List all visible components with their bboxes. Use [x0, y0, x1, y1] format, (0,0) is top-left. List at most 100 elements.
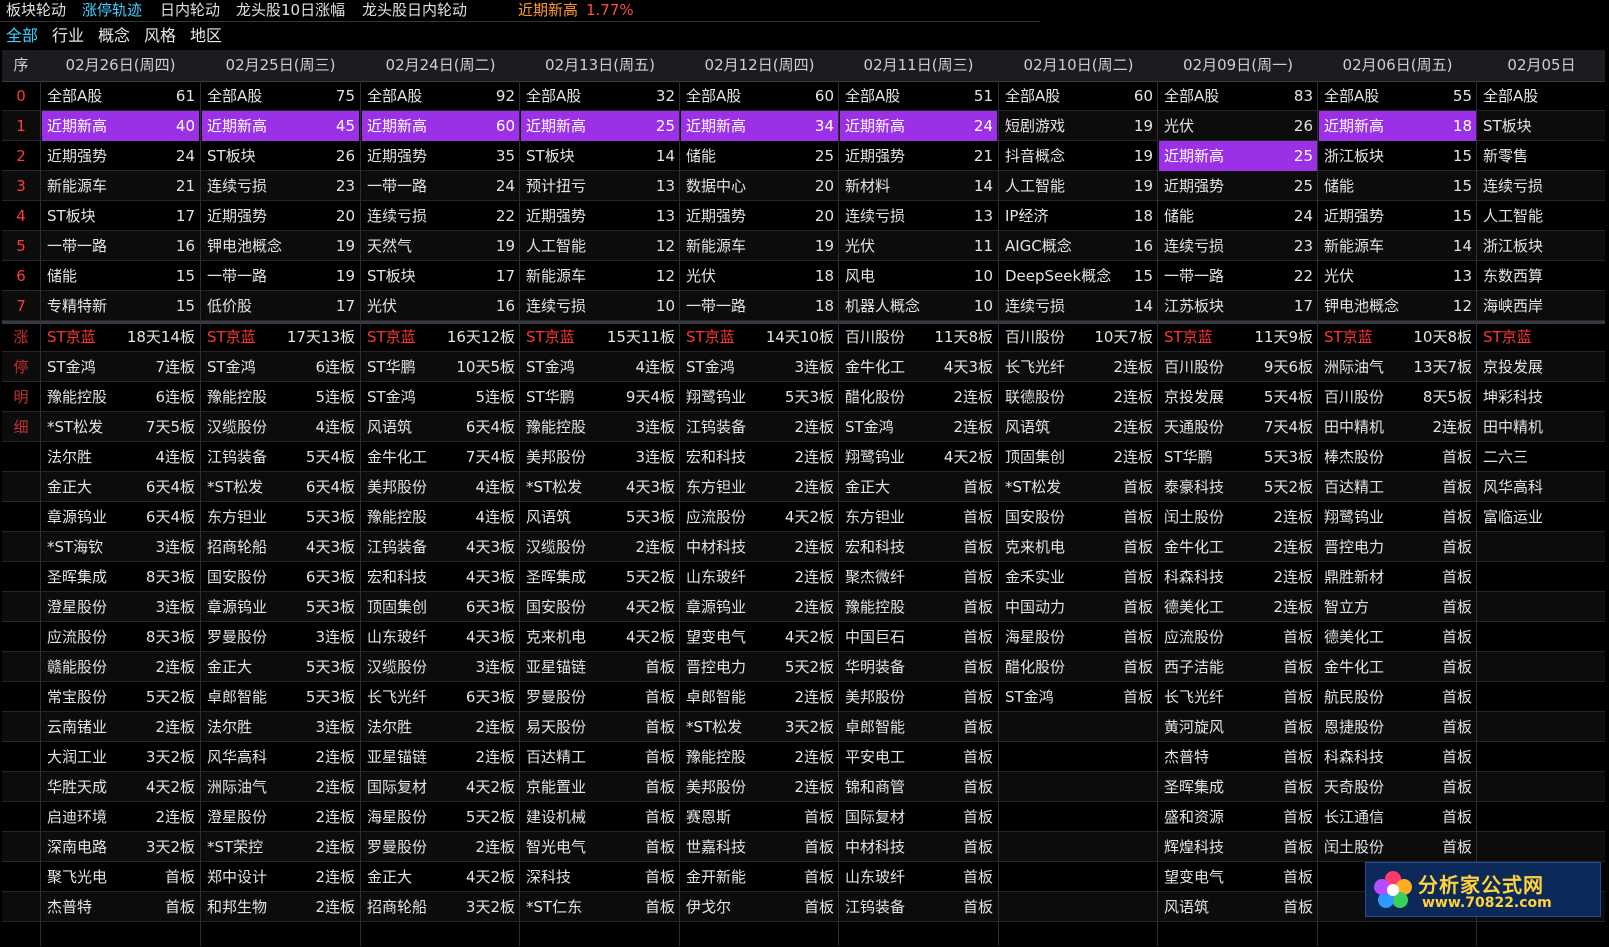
sector-cell[interactable]: 连续亏损 14 — [1000, 291, 1157, 321]
stock-cell[interactable]: 卓郎智能 首板 — [840, 712, 997, 742]
top-tab-3[interactable]: 龙头股10日涨幅 — [236, 0, 345, 22]
stock-cell[interactable]: 汉缆股份 3连板 — [362, 652, 519, 682]
stock-cell[interactable]: 亚星锚链 首板 — [521, 652, 679, 682]
filter-tab-0[interactable]: 全部 — [6, 24, 38, 50]
stock-cell[interactable]: 富临运业 — [1478, 502, 1605, 532]
stock-cell[interactable]: ST京蓝 16天12板 — [362, 322, 519, 352]
stock-cell[interactable]: 聚杰微纤 首板 — [840, 562, 997, 592]
stock-cell[interactable]: *ST松发 7天5板 — [42, 412, 199, 442]
stock-cell[interactable]: 望变电气 4天2板 — [681, 622, 838, 652]
sector-cell[interactable]: 浙江板块 15 — [1319, 141, 1476, 171]
stock-cell[interactable]: 圣晖集成 8天3板 — [42, 562, 199, 592]
sector-cell[interactable]: 全部A股 55 — [1319, 81, 1476, 111]
top-tab-1[interactable]: 涨停轨迹 — [82, 0, 142, 22]
stock-cell[interactable]: 智光电气 首板 — [521, 832, 679, 862]
filter-tab-1[interactable]: 行业 — [52, 24, 84, 50]
sector-cell[interactable]: 近期强势 15 — [1319, 201, 1476, 231]
stock-cell[interactable]: 杰普特 首板 — [42, 892, 199, 922]
sector-cell[interactable]: 机器人概念 10 — [840, 291, 997, 321]
stock-cell[interactable]: 翔鹭钨业 首板 — [1319, 502, 1476, 532]
stock-cell[interactable]: 招商轮船 4天3板 — [202, 532, 359, 562]
sector-cell[interactable]: 近期强势 24 — [42, 141, 199, 171]
sector-cell[interactable]: 近期强势 13 — [521, 201, 679, 231]
stock-cell[interactable]: 章源钨业 6天4板 — [42, 502, 199, 532]
sector-cell[interactable]: 天然气 19 — [362, 231, 519, 261]
stock-cell[interactable]: 风语筑 首板 — [1159, 892, 1317, 922]
stock-cell[interactable]: 智立方 首板 — [1319, 592, 1476, 622]
stock-cell[interactable]: 风华高科 2连板 — [202, 742, 359, 772]
stock-cell[interactable]: 京投发展 — [1478, 352, 1605, 382]
stock-cell[interactable]: 罗曼股份 首板 — [521, 682, 679, 712]
stock-cell[interactable]: 启迪环境 2连板 — [42, 802, 199, 832]
stock-cell[interactable]: 风语筑 6天4板 — [362, 412, 519, 442]
sector-cell[interactable]: 专精特新 15 — [42, 291, 199, 321]
stock-cell[interactable]: 风华高科 — [1478, 472, 1605, 502]
stock-cell[interactable]: ST金鸿 7连板 — [42, 352, 199, 382]
stock-cell[interactable]: 美邦股份 首板 — [840, 682, 997, 712]
stock-cell[interactable]: 醋化股份 首板 — [1000, 652, 1157, 682]
stock-cell[interactable]: 黄河旋风 首板 — [1159, 712, 1317, 742]
sector-cell[interactable]: 人工智能 12 — [521, 231, 679, 261]
stock-cell[interactable]: 国安股份 6天3板 — [202, 562, 359, 592]
stock-cell[interactable]: 章源钨业 2连板 — [681, 592, 838, 622]
sector-cell[interactable]: ST板块 17 — [362, 261, 519, 291]
stock-cell[interactable]: 晋控电力 5天2板 — [681, 652, 838, 682]
stock-cell[interactable]: 晋控电力 首板 — [1319, 532, 1476, 562]
stock-cell[interactable]: 中材科技 首板 — [840, 832, 997, 862]
stock-cell[interactable]: 圣晖集成 5天2板 — [521, 562, 679, 592]
stock-cell[interactable]: 风语筑 2连板 — [1000, 412, 1157, 442]
stock-cell[interactable]: 章源钨业 5天3板 — [202, 592, 359, 622]
stock-cell[interactable]: 联德股份 2连板 — [1000, 382, 1157, 412]
stock-cell[interactable]: 豫能控股 4连板 — [362, 502, 519, 532]
sector-cell[interactable]: ST板块 17 — [42, 201, 199, 231]
stock-cell[interactable]: 法尔胜 2连板 — [362, 712, 519, 742]
sector-cell[interactable]: 近期新高 45 — [202, 111, 359, 141]
sector-cell[interactable]: 全部A股 — [1478, 81, 1605, 111]
stock-cell[interactable]: 东方钽业 5天3板 — [202, 502, 359, 532]
stock-cell[interactable]: ST京蓝 10天8板 — [1319, 322, 1476, 352]
sector-cell[interactable]: 光伏 13 — [1319, 261, 1476, 291]
sector-cell[interactable]: 抖音概念 19 — [1000, 141, 1157, 171]
stock-cell[interactable]: 罗曼股份 2连板 — [362, 832, 519, 862]
stock-cell[interactable]: 赛恩斯 首板 — [681, 802, 838, 832]
stock-cell[interactable]: 金牛化工 7天4板 — [362, 442, 519, 472]
sector-cell[interactable]: 连续亏损 22 — [362, 201, 519, 231]
stock-cell[interactable]: 宏和科技 首板 — [840, 532, 997, 562]
top-tab-0[interactable]: 板块轮动 — [6, 0, 66, 22]
stock-cell[interactable]: 百川股份 10天7板 — [1000, 322, 1157, 352]
stock-cell[interactable]: *ST松发 3天2板 — [681, 712, 838, 742]
stock-cell[interactable]: 科森科技 首板 — [1319, 742, 1476, 772]
stock-cell[interactable]: 东方钽业 2连板 — [681, 472, 838, 502]
stock-cell[interactable]: 国安股份 首板 — [1000, 502, 1157, 532]
stock-cell[interactable]: 美邦股份 2连板 — [681, 772, 838, 802]
stock-cell[interactable]: 海星股份 5天2板 — [362, 802, 519, 832]
stock-cell[interactable]: ST金鸿 3连板 — [681, 352, 838, 382]
stock-cell[interactable]: ST金鸿 6连板 — [202, 352, 359, 382]
stock-cell[interactable]: 翔鹭钨业 4天2板 — [840, 442, 997, 472]
stock-cell[interactable]: 江钨装备 4天3板 — [362, 532, 519, 562]
sector-cell[interactable]: 低价股 17 — [202, 291, 359, 321]
stock-cell[interactable]: 招商轮船 3天2板 — [362, 892, 519, 922]
stock-cell[interactable]: 金正大 首板 — [840, 472, 997, 502]
stock-cell[interactable]: 杰普特 首板 — [1159, 742, 1317, 772]
stock-cell[interactable]: 洲际油气 2连板 — [202, 772, 359, 802]
sector-cell[interactable]: ST板块 26 — [202, 141, 359, 171]
stock-cell[interactable]: 长飞光纤 2连板 — [1000, 352, 1157, 382]
stock-cell[interactable]: 罗曼股份 3连板 — [202, 622, 359, 652]
stock-cell[interactable]: 山东玻纤 2连板 — [681, 562, 838, 592]
stock-cell[interactable]: ST京蓝 15天11板 — [521, 322, 679, 352]
stock-cell[interactable]: 深科技 首板 — [521, 862, 679, 892]
sector-cell[interactable]: 近期强势 35 — [362, 141, 519, 171]
stock-cell[interactable]: 深南电路 3天2板 — [42, 832, 199, 862]
sector-cell[interactable]: 连续亏损 — [1478, 171, 1605, 201]
date-header-7[interactable]: 02月09日(周一) — [1159, 50, 1317, 81]
stock-cell[interactable]: 圣晖集成 首板 — [1159, 772, 1317, 802]
sector-cell[interactable]: 近期新高 40 — [42, 111, 199, 141]
stock-cell[interactable]: 江钨装备 5天4板 — [202, 442, 359, 472]
stock-cell[interactable]: 豫能控股 3连板 — [521, 412, 679, 442]
sector-cell[interactable]: 光伏 18 — [681, 261, 838, 291]
sector-cell[interactable]: 人工智能 — [1478, 201, 1605, 231]
stock-cell[interactable]: *ST松发 首板 — [1000, 472, 1157, 502]
sector-cell[interactable]: 全部A股 51 — [840, 81, 997, 111]
stock-cell[interactable]: 京投发展 5天4板 — [1159, 382, 1317, 412]
